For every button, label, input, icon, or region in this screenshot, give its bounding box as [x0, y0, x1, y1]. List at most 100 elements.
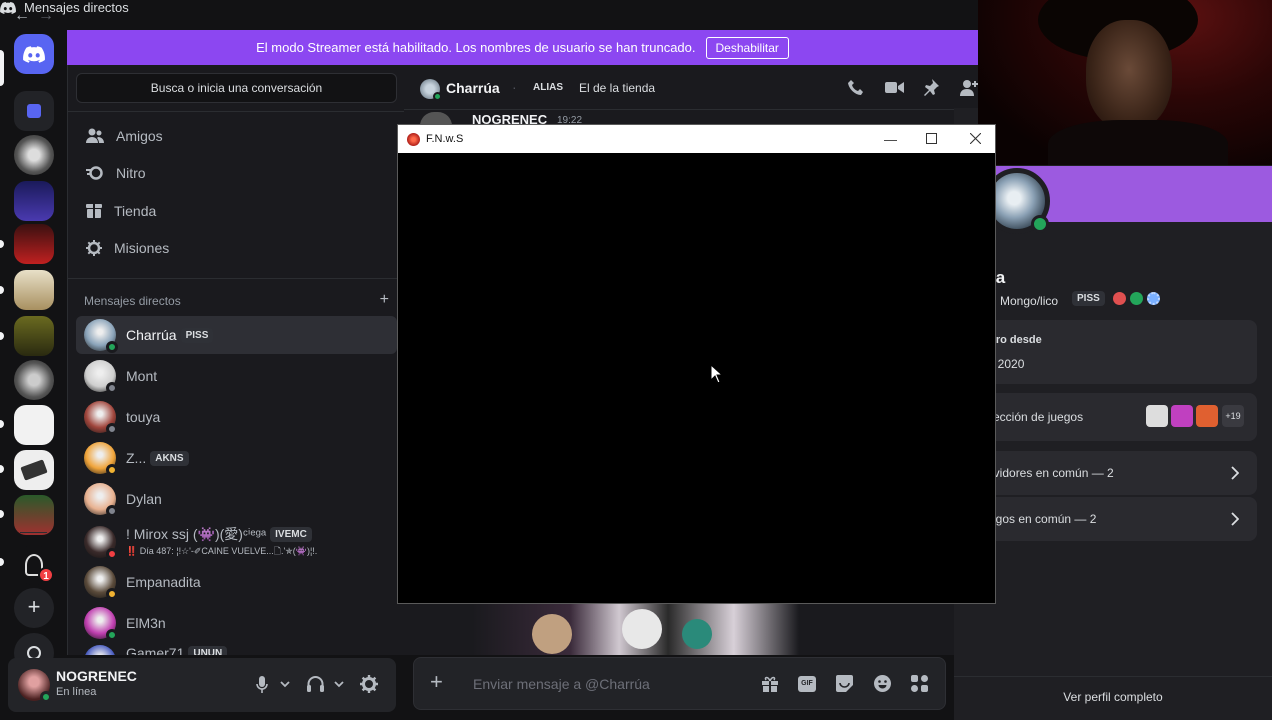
server-icon[interactable]	[14, 360, 54, 400]
server-icon[interactable]	[14, 495, 54, 535]
dm-avatar	[84, 319, 118, 353]
discord-logo-icon	[23, 45, 45, 63]
message-input[interactable]: Enviar mensaje a @Charrúa	[473, 676, 650, 692]
dm-item[interactable]: touya	[76, 398, 397, 436]
dm-name: Mont	[126, 368, 158, 384]
dm-sidebar: Busca o inicia una conversación Amigos N…	[67, 65, 405, 655]
unread-indicator	[0, 332, 4, 340]
dm-item[interactable]: Charrúa PISS	[76, 316, 397, 354]
user-avatar[interactable]	[18, 669, 52, 703]
attach-plus-icon[interactable]: +	[430, 670, 443, 694]
chevron-down-icon[interactable]	[280, 681, 290, 688]
chevron-down-icon[interactable]	[334, 681, 344, 688]
server-icon[interactable]	[14, 405, 54, 445]
dm-avatar	[84, 645, 116, 655]
video-call-icon[interactable]	[885, 81, 904, 94]
nav-shop[interactable]: Tienda	[76, 193, 397, 229]
dm-item[interactable]: Z... AKNS	[76, 439, 397, 477]
back-arrow-icon[interactable]: ←	[14, 7, 30, 25]
game-icon[interactable]	[1196, 405, 1218, 427]
server-icon[interactable]	[14, 135, 54, 175]
close-icon[interactable]	[970, 133, 981, 144]
streamer-mode-banner: El modo Streamer está habilitado. Los no…	[67, 30, 978, 65]
dm-text: Charrúa PISS	[126, 327, 214, 343]
add-friends-to-dm-icon[interactable]	[960, 79, 978, 96]
server-icon[interactable]	[14, 224, 54, 264]
user-status: En línea	[56, 686, 97, 698]
dm-text: Dylan	[126, 491, 162, 507]
dm-item[interactable]: ! Mirox ssj (👾)(愛)ᶜⁱᵉᵍᵃ IVEMC ‼️ Día 487: …	[76, 523, 397, 561]
nav-nitro[interactable]: Nitro	[76, 155, 397, 191]
add-server-button[interactable]: +	[14, 588, 54, 628]
games-label: Colección de juegos	[983, 410, 1084, 424]
pinned-messages-icon[interactable]	[923, 79, 939, 96]
emoji-icon[interactable]	[874, 675, 891, 692]
unread-indicator	[0, 286, 4, 294]
forward-arrow-icon[interactable]: →	[38, 7, 54, 25]
dm-name: Empanadita	[126, 574, 201, 590]
headphones-icon[interactable]	[307, 676, 324, 692]
dm-avatar	[84, 401, 118, 435]
divider	[68, 278, 405, 279]
badge-icon[interactable]	[1112, 292, 1126, 305]
nav-friends[interactable]: Amigos	[76, 118, 397, 154]
divider	[954, 676, 1272, 677]
view-full-profile-link[interactable]: Ver perfil completo	[954, 690, 1272, 704]
dm-text: ! Mirox ssj (👾)(愛)ᶜⁱᵉᵍᵃ IVEMC ‼️ Día 487: …	[126, 524, 317, 560]
settings-gear-icon[interactable]	[360, 675, 378, 693]
status-online-icon	[40, 691, 52, 703]
dm-item[interactable]: Gamer71 UNUN	[76, 645, 397, 655]
dm-name: ! Mirox ssj (👾)(愛)ᶜⁱᵉᵍᵃ	[126, 526, 267, 542]
fnws-titlebar[interactable]: F.N.w.S —	[398, 125, 995, 153]
status-online-icon	[106, 341, 118, 353]
selected-indicator	[0, 50, 4, 86]
recipient-name[interactable]: Charrúa	[446, 80, 500, 96]
games-more-count[interactable]: +19	[1222, 405, 1244, 427]
status-offline-icon	[106, 382, 118, 394]
nav-label: Nitro	[116, 165, 146, 181]
badge-icon[interactable]	[1129, 292, 1143, 305]
microphone-icon[interactable]	[256, 676, 268, 693]
server-icon[interactable]	[14, 316, 54, 356]
mutual-servers-row[interactable]: Servidores en común — 2	[983, 451, 1257, 495]
message-composer[interactable]: + Enviar mensaje a @Charrúa GIF	[413, 657, 946, 710]
dm-name: Charrúa	[126, 327, 177, 343]
nav-quests[interactable]: Misiones	[76, 230, 397, 266]
profile-pronouns: Mongo/lico	[1000, 294, 1059, 308]
search-conversation-button[interactable]: Busca o inicia una conversación	[76, 73, 397, 103]
profile-badges: PISS	[1072, 291, 1160, 306]
dm-section-header: Mensajes directos +	[84, 292, 389, 309]
gift-icon[interactable]	[762, 676, 778, 692]
gif-icon[interactable]: GIF	[798, 676, 816, 692]
minimize-icon[interactable]: —	[884, 132, 897, 147]
server-icon[interactable]	[14, 270, 54, 310]
alias-value: El de la tienda	[579, 81, 656, 95]
dm-text: Z... AKNS	[126, 450, 189, 466]
game-icon[interactable]	[1146, 405, 1168, 427]
dm-item[interactable]: Dylan	[76, 480, 397, 518]
disable-streamer-button[interactable]: Deshabilitar	[705, 36, 789, 59]
mutual-servers-clip: Servidores en común — 2	[983, 466, 1163, 480]
game-collection-card[interactable]: Colección de juegos +19	[983, 393, 1257, 441]
server-icon[interactable]	[14, 181, 54, 221]
dm-item[interactable]: Empanadita	[76, 563, 397, 601]
sticker-icon[interactable]	[836, 675, 853, 692]
friends-icon	[86, 128, 104, 143]
create-dm-button[interactable]: +	[380, 292, 389, 308]
dm-item[interactable]: ElM3n	[76, 604, 397, 642]
dm-item[interactable]: Mont	[76, 357, 397, 395]
game-icon[interactable]	[1171, 405, 1193, 427]
voice-call-icon[interactable]	[848, 79, 865, 96]
badge-icon[interactable]	[1146, 292, 1160, 305]
alias-label: ALIAS	[533, 82, 563, 93]
apps-icon[interactable]	[911, 675, 928, 692]
nav-label: Tienda	[114, 203, 157, 219]
mutual-friends-row[interactable]: Amigos en común — 2	[983, 497, 1257, 541]
server-icon[interactable]	[14, 450, 54, 490]
dm-name: Gamer71	[126, 645, 185, 655]
profile-server-tag[interactable]: PISS	[1072, 291, 1105, 306]
home-dm-button[interactable]	[14, 34, 54, 74]
folder-button[interactable]	[14, 91, 54, 131]
message-image-attachment[interactable]	[472, 604, 799, 655]
maximize-icon[interactable]	[926, 133, 937, 144]
